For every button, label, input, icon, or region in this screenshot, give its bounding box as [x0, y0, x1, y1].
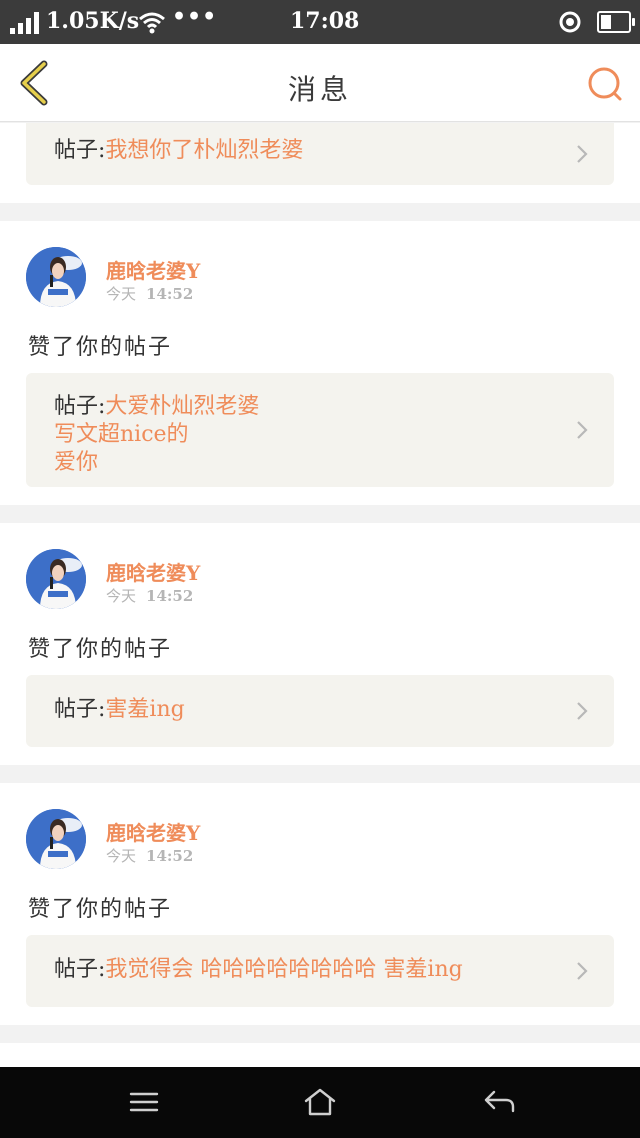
network-speed: 1.05K/s: [46, 8, 140, 34]
user-info[interactable]: 鹿晗老婆Y 今天 14:52: [26, 549, 426, 609]
post-preview[interactable]: 帖子:我觉得会 哈哈哈哈哈哈哈哈 害羞ing: [26, 935, 614, 1007]
signal-icon: [10, 12, 39, 34]
post-title-line: 大爱朴灿烈老婆: [105, 394, 260, 419]
battery-icon: [597, 11, 635, 33]
notification-card: 鹿晗老婆Y 今天 14:52 赞了你的帖子 帖子:我觉得会 哈哈哈哈哈哈哈哈 害羞…: [0, 783, 640, 1025]
post-preview[interactable]: 帖子:我想你了朴灿烈老婆: [26, 123, 614, 185]
avatar[interactable]: [26, 247, 86, 307]
action-text: 赞了你的帖子: [28, 637, 173, 662]
chevron-right-icon: [577, 962, 588, 980]
timestamp: 今天 14:52: [106, 585, 193, 606]
home-icon[interactable]: [303, 1087, 337, 1117]
post-label: 帖子:: [54, 697, 106, 722]
page-title: 消息: [287, 73, 352, 106]
user-info[interactable]: 鹿晗老婆Y 今天 14:52: [26, 809, 426, 869]
avatar[interactable]: [26, 809, 86, 869]
action-text: 赞了你的帖子: [28, 897, 173, 922]
status-bar: 1.05K/s ••• 17:08: [0, 0, 640, 44]
notification-card: 帖子:我想你了朴灿烈老婆: [0, 123, 640, 203]
timestamp-time: 14:52: [146, 587, 194, 605]
chevron-right-icon: [577, 421, 588, 439]
post-label: 帖子:: [54, 957, 106, 982]
user-name[interactable]: 鹿晗老婆Y: [106, 255, 200, 284]
timestamp-day: 今天: [106, 587, 137, 605]
timestamp-time: 14:52: [146, 285, 194, 303]
system-nav-bar: [0, 1067, 640, 1138]
post-preview[interactable]: 帖子:大爱朴灿烈老婆 写文超nice的 爱你: [26, 373, 614, 487]
notification-card: 鹿晗老婆Y 今天 14:52 赞了你的帖子 帖子:害羞ing: [0, 523, 640, 765]
post-title: 我想你了朴灿烈老婆: [105, 138, 304, 163]
top-nav-bar: 消息: [0, 44, 640, 122]
more-indicator: •••: [172, 4, 218, 30]
timestamp-day: 今天: [106, 285, 137, 303]
post-label: 帖子:: [54, 138, 106, 163]
message-list[interactable]: 帖子:我想你了朴灿烈老婆 鹿晗老婆Y 今天 14:52 赞了你的帖子 帖子:大爱…: [0, 123, 640, 1067]
search-icon[interactable]: [586, 65, 624, 103]
notification-card: [0, 1043, 640, 1067]
action-text: 赞了你的帖子: [28, 335, 173, 360]
post-title-line: 害羞ing: [105, 697, 185, 722]
post-title-line: 写文超nice的: [54, 422, 189, 447]
timestamp: 今天 14:52: [106, 845, 193, 866]
timestamp: 今天 14:52: [106, 283, 193, 304]
user-name[interactable]: 鹿晗老婆Y: [106, 817, 200, 846]
post-preview[interactable]: 帖子:害羞ing: [26, 675, 614, 747]
chevron-right-icon: [577, 702, 588, 720]
return-icon[interactable]: [482, 1089, 516, 1115]
wifi-icon: [139, 12, 165, 34]
user-info[interactable]: 鹿晗老婆Y 今天 14:52: [26, 247, 426, 307]
menu-icon[interactable]: [128, 1089, 160, 1115]
timestamp-time: 14:52: [146, 847, 194, 865]
chevron-right-icon: [577, 145, 588, 163]
location-icon: [559, 11, 581, 33]
avatar[interactable]: [26, 549, 86, 609]
post-label: 帖子:: [54, 394, 106, 419]
post-title-line: 爱你: [54, 450, 99, 475]
timestamp-day: 今天: [106, 847, 137, 865]
user-name[interactable]: 鹿晗老婆Y: [106, 557, 200, 586]
post-title-line: 我觉得会 哈哈哈哈哈哈哈哈 害羞ing: [105, 957, 463, 982]
notification-card: 鹿晗老婆Y 今天 14:52 赞了你的帖子 帖子:大爱朴灿烈老婆 写文超nice的…: [0, 221, 640, 505]
clock: 17:08: [290, 8, 360, 34]
